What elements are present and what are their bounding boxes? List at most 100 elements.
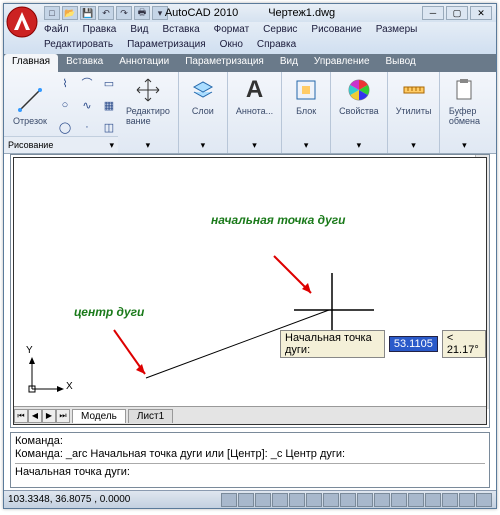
panel-block: Блок ▾: [282, 72, 331, 153]
ucs-y-label: Y: [26, 345, 33, 356]
annotation-start: начальная точка дуги: [211, 214, 346, 227]
status-grid-icon[interactable]: [238, 493, 254, 507]
canvas[interactable]: центр дуги начальная точка дуги Начальна…: [14, 158, 486, 424]
tab-output[interactable]: Вывод: [378, 54, 424, 72]
properties-label: Свойства: [339, 106, 379, 116]
minimize-button[interactable]: ─: [422, 6, 444, 20]
line-icon: [16, 86, 44, 114]
modify-button[interactable]: Редактиро вание: [122, 74, 174, 128]
qat-redo-icon[interactable]: ↷: [116, 6, 132, 20]
tab-annotate[interactable]: Аннотации: [111, 54, 177, 72]
point-icon[interactable]: ·: [78, 118, 96, 136]
line-button[interactable]: Отрезок: [6, 74, 54, 138]
panel-utilities-expand-icon[interactable]: ▾: [411, 140, 416, 151]
qat-new-icon[interactable]: □: [44, 6, 60, 20]
panel-block-expand-icon[interactable]: ▾: [304, 140, 309, 151]
panel-layers: Слои ▾: [179, 72, 228, 153]
menu-edit[interactable]: Правка: [83, 22, 117, 37]
rect-icon[interactable]: ▭: [100, 74, 118, 92]
status-model-icon[interactable]: [391, 493, 407, 507]
menu-view[interactable]: Вид: [130, 22, 148, 37]
ribbon: Отрезок ⌇ ⌒ ▭ ○ ∿ ▦ ◯ · ◫ Рисование ▾ Ре…: [4, 72, 496, 154]
menu-draw[interactable]: Рисование: [311, 22, 361, 37]
menu-file[interactable]: Файл: [44, 22, 69, 37]
cmd-line-1: Команда:: [15, 435, 485, 448]
nav-next-icon[interactable]: ▶: [42, 409, 56, 423]
status-osnap-icon[interactable]: [289, 493, 305, 507]
maximize-button[interactable]: ▢: [446, 6, 468, 20]
status-extra2-icon[interactable]: [425, 493, 441, 507]
qat-save-icon[interactable]: 💾: [80, 6, 96, 20]
drawing-area[interactable]: центр дуги начальная точка дуги Начальна…: [13, 157, 487, 425]
properties-button[interactable]: Свойства: [335, 74, 383, 118]
qat-open-icon[interactable]: 📂: [62, 6, 78, 20]
layers-button[interactable]: Слои: [183, 74, 223, 118]
tab-parametric[interactable]: Параметризация: [177, 54, 272, 72]
colorwheel-icon: [345, 76, 373, 104]
menu-format[interactable]: Формат: [214, 22, 250, 37]
status-snap-icon[interactable]: [221, 493, 237, 507]
titlebar: □ 📂 💾 ↶ ↷ 🖶 ▾ AutoCAD 2010 Чертеж1.dwg ─…: [4, 4, 496, 22]
nav-prev-icon[interactable]: ◀: [28, 409, 42, 423]
tab-view[interactable]: Вид: [272, 54, 306, 72]
menu-dimension[interactable]: Размеры: [376, 22, 418, 37]
status-ducs-icon[interactable]: [323, 493, 339, 507]
dynamic-input-value[interactable]: 53.1105: [389, 336, 438, 352]
annotation-center: центр дуги: [74, 306, 144, 319]
region-icon[interactable]: ◫: [100, 118, 118, 136]
cmd-line-2: Команда: _arc Начальная точка дуги или […: [15, 448, 485, 461]
spline-icon[interactable]: ∿: [78, 96, 96, 114]
clipboard-button[interactable]: Буфер обмена: [444, 74, 484, 128]
status-extra3-icon[interactable]: [442, 493, 458, 507]
ellipse-icon[interactable]: ◯: [56, 118, 74, 136]
hatch-icon[interactable]: ▦: [100, 96, 118, 114]
status-otrack-icon[interactable]: [306, 493, 322, 507]
clipboard-icon: [450, 76, 478, 104]
status-qp-icon[interactable]: [374, 493, 390, 507]
close-button[interactable]: ✕: [470, 6, 492, 20]
tab-sheet1[interactable]: Лист1: [128, 409, 173, 423]
tab-insert[interactable]: Вставка: [58, 54, 111, 72]
menu-window[interactable]: Окно: [220, 37, 243, 52]
app-menu-button[interactable]: [4, 4, 40, 40]
status-lwt-icon[interactable]: [357, 493, 373, 507]
panel-clipboard-expand-icon[interactable]: ▾: [462, 140, 467, 151]
qat-print-icon[interactable]: 🖶: [134, 6, 150, 20]
block-button[interactable]: Блок: [286, 74, 326, 118]
utilities-button[interactable]: Утилиты: [392, 74, 436, 118]
block-label: Блок: [296, 106, 316, 116]
tab-manage[interactable]: Управление: [306, 54, 378, 72]
layout-nav: ⏮ ◀ ▶ ⏭: [14, 409, 70, 423]
panel-properties-expand-icon[interactable]: ▾: [357, 140, 362, 151]
nav-first-icon[interactable]: ⏮: [14, 409, 28, 423]
status-polar-icon[interactable]: [272, 493, 288, 507]
tab-model[interactable]: Модель: [72, 409, 126, 423]
panel-annotation-expand-icon[interactable]: ▾: [252, 140, 257, 151]
circle-icon[interactable]: ○: [56, 96, 74, 114]
menu-insert[interactable]: Вставка: [162, 22, 199, 37]
panel-draw-expand-icon[interactable]: ▾: [109, 140, 114, 151]
command-window[interactable]: Команда: Команда: _arc Начальная точка д…: [10, 432, 490, 488]
status-extra1-icon[interactable]: [408, 493, 424, 507]
arc-icon[interactable]: ⌒: [78, 74, 96, 92]
status-extra5-icon[interactable]: [476, 493, 492, 507]
annotation-button[interactable]: A Аннота...: [232, 74, 277, 118]
status-dyn-icon[interactable]: [340, 493, 356, 507]
panel-layers-expand-icon[interactable]: ▾: [201, 140, 206, 151]
polyline-icon[interactable]: ⌇: [56, 74, 74, 92]
panel-draw: Отрезок ⌇ ⌒ ▭ ○ ∿ ▦ ◯ · ◫ Рисование ▾: [4, 72, 118, 153]
menu-parametric[interactable]: Параметризация: [127, 37, 206, 52]
status-ortho-icon[interactable]: [255, 493, 271, 507]
menu-help[interactable]: Справка: [257, 37, 296, 52]
text-icon: A: [241, 76, 269, 104]
nav-last-icon[interactable]: ⏭: [56, 409, 70, 423]
panel-modify-expand-icon[interactable]: ▾: [146, 140, 151, 151]
app-title: AutoCAD 2010: [165, 7, 238, 19]
menu-modify[interactable]: Редактировать: [44, 37, 113, 52]
menu-tools[interactable]: Сервис: [263, 22, 297, 37]
qat-undo-icon[interactable]: ↶: [98, 6, 114, 20]
dynamic-input: Начальная точка дуги: 53.1105 < 21.17°: [280, 330, 486, 358]
status-extra4-icon[interactable]: [459, 493, 475, 507]
menubar: Файл Правка Вид Вставка Формат Сервис Ри…: [4, 22, 496, 54]
tab-home[interactable]: Главная: [4, 54, 58, 72]
